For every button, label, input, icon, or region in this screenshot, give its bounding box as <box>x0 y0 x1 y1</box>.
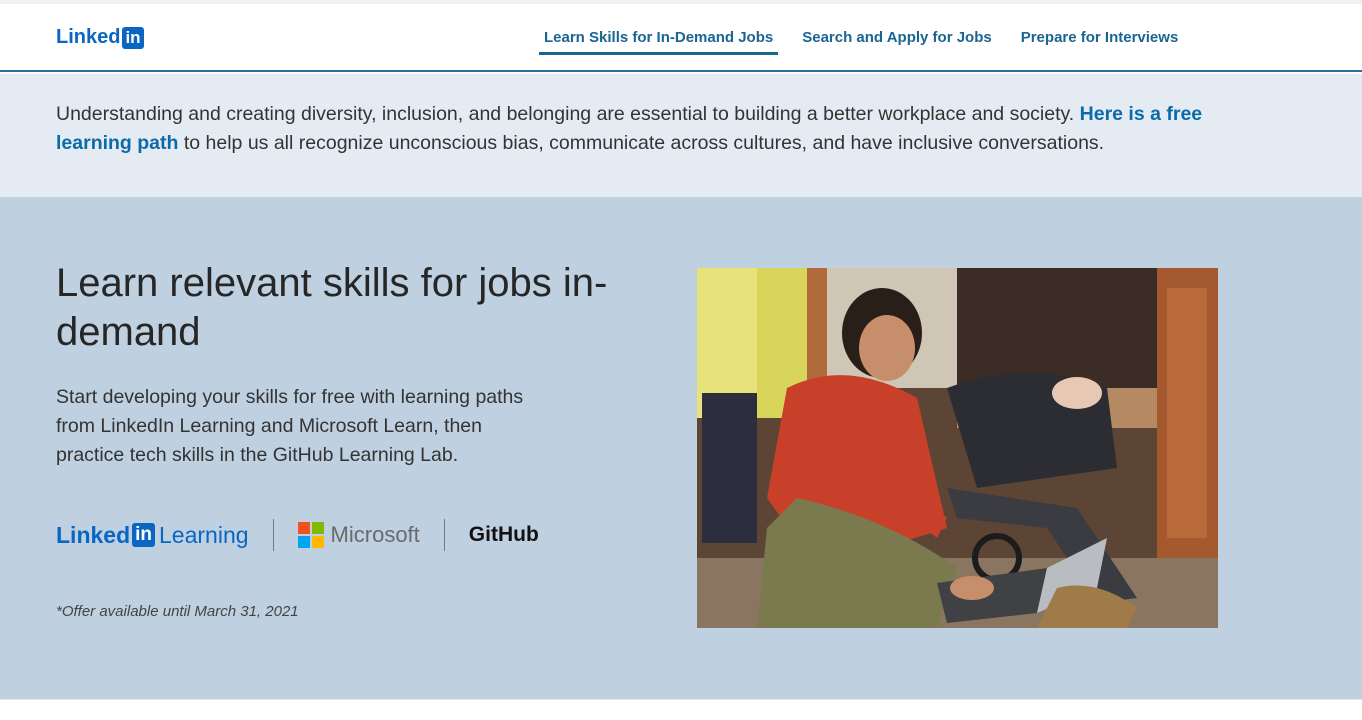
github-logo: GitHub <box>468 523 539 546</box>
hero-title: Learn relevant skills for jobs in-demand <box>56 261 608 354</box>
notice-text-before: Understanding and creating diversity, in… <box>56 103 1080 125</box>
tab-learn-skills[interactable]: Learn Skills for In-Demand Jobs <box>539 29 779 55</box>
logo-divider <box>443 519 445 551</box>
linkedin-learning-logo: Linked in Learning <box>56 522 249 549</box>
page-bottom <box>0 699 1362 720</box>
logo-text: Linked <box>56 26 121 48</box>
tab-prepare-interviews[interactable]: Prepare for Interviews <box>1016 29 1184 55</box>
notice-text: Understanding and creating diversity, in… <box>56 100 1236 158</box>
nav-tabs: Learn Skills for In-Demand Jobs Search a… <box>539 29 1202 55</box>
hero-section: Learn relevant skills for jobs in-demand… <box>0 197 1362 699</box>
hero-description: Start developing your skills for free wi… <box>56 386 524 466</box>
notice-text-after: to help us all recognize unconscious bia… <box>178 132 1105 154</box>
diversity-notice-banner: Understanding and creating diversity, in… <box>0 74 1362 197</box>
learning-word: Learning <box>159 521 249 548</box>
logo-divider <box>272 519 274 551</box>
linkedin-logo[interactable]: Linked in <box>56 26 144 49</box>
tab-search-jobs[interactable]: Search and Apply for Jobs <box>797 29 997 55</box>
linkedin-learning-text: Linked <box>56 521 131 548</box>
microsoft-logo: Microsoft <box>297 522 420 548</box>
linkedin-learning-in-box: in <box>132 523 156 547</box>
top-navigation: Linked in Learn Skills for In-Demand Jobs… <box>0 4 1362 72</box>
logo-in-box: in <box>122 26 144 49</box>
offer-note: *Offer available until March 31, 2021 <box>56 603 299 620</box>
hero-photo-illustration <box>697 268 1218 628</box>
hero-photo <box>697 268 1218 628</box>
microsoft-squares-icon <box>297 522 324 548</box>
partner-logos: Linked in Learning Microsoft GitHub <box>56 519 539 551</box>
microsoft-text: Microsoft <box>330 522 420 547</box>
